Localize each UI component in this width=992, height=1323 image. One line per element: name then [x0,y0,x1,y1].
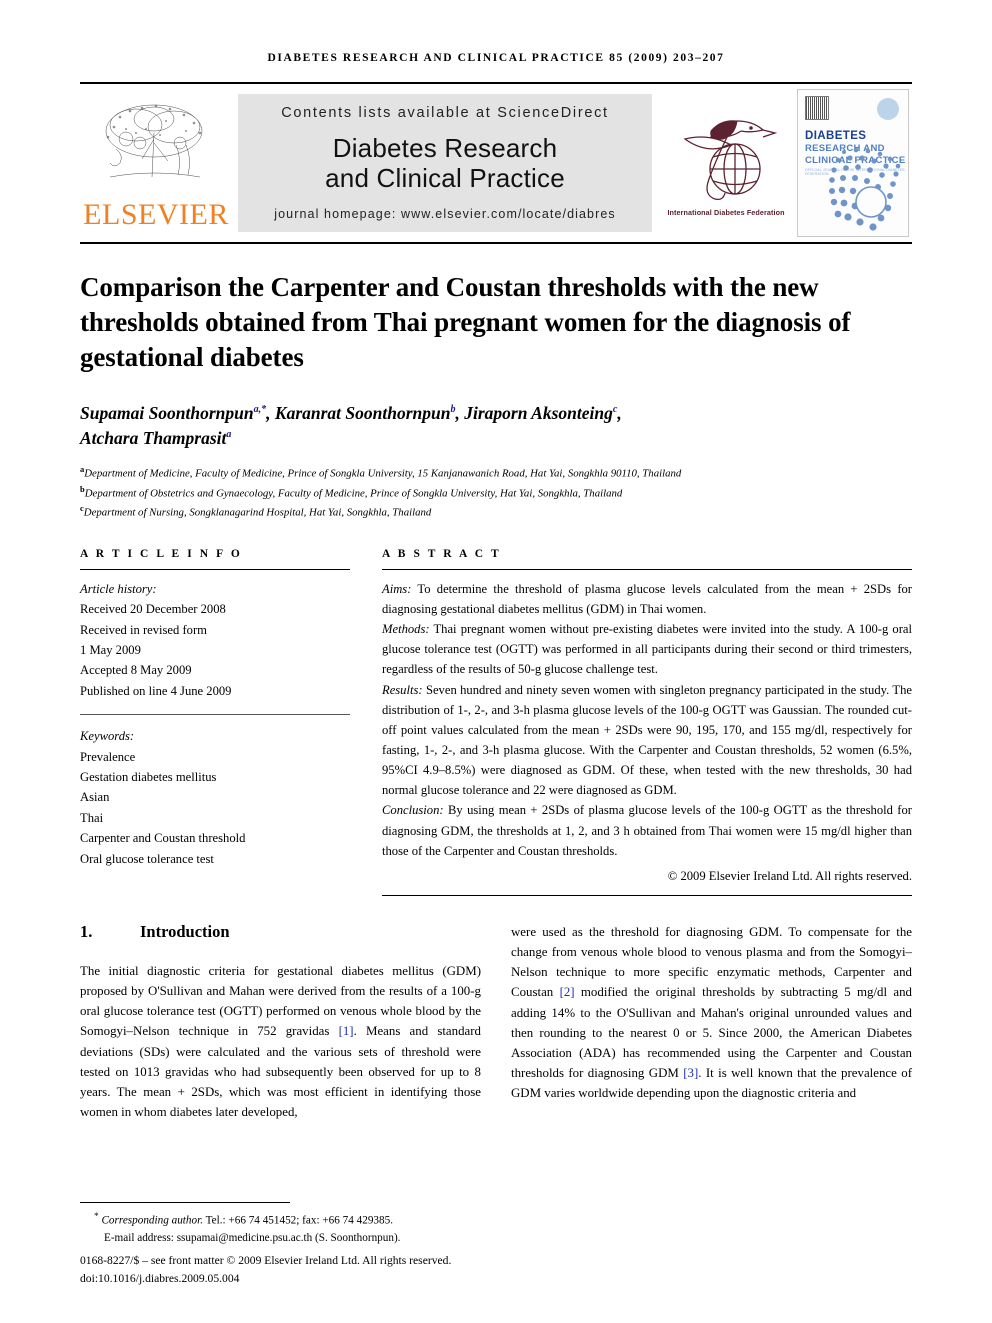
author-4-affil-marker: a [226,429,232,441]
abstract-results: Results: Seven hundred and ninety seven … [382,680,912,801]
cover-blue-circle-icon [877,98,899,120]
author-4: Atchara Thamprasit [80,428,227,449]
page-footnote: * Corresponding author. Tel.: +66 74 451… [80,1202,480,1287]
abstract-conclusion: Conclusion: By using mean + 2SDs of plas… [382,800,912,860]
history-item: Received 20 December 2008 [80,602,226,617]
heading-spacer [80,942,481,961]
section-number: 1. [80,922,93,941]
sciencedirect-panel: Contents lists available at ScienceDirec… [238,94,652,232]
corresponding-author-marker: * [94,1212,99,1223]
abstract-end-divider [382,895,912,896]
intro-paragraph-right: were used as the threshold for diagnosin… [511,922,912,1103]
elsevier-wordmark: ELSEVIER [83,197,229,231]
abstract-aims: Aims: To determine the threshold of plas… [382,579,912,619]
running-head: DIABETES RESEARCH AND CLINICAL PRACTICE … [267,52,725,64]
body-two-column-region: 1. Introduction The initial diagnostic c… [80,922,912,1122]
journal-title-line-2: and Clinical Practice [325,163,565,193]
author-3: , Jiraporn Aksonteing [455,403,613,424]
abstract-methods-text: Thai pregnant women without pre-existing… [382,622,912,677]
journal-title: Diabetes Research and Clinical Practice [325,133,565,193]
keyword-item: Carpenter and Coustan threshold [80,831,246,846]
body-left-column: 1. Introduction The initial diagnostic c… [80,922,481,1122]
doi-line: doi:10.1016/j.diabres.2009.05.004 [80,1270,480,1287]
reference-link-1[interactable]: [1] [339,1024,354,1038]
article-info-column: A R T I C L E I N F O Article history: R… [80,548,350,896]
journal-cover-thumbnail: DIABETES RESEARCH AND CLINICAL PRACTICE … [794,84,912,242]
abstract-copyright: © 2009 Elsevier Ireland Ltd. All rights … [667,868,912,883]
affiliation-text-a: Department of Medicine, Faculty of Medic… [84,467,682,480]
affiliation-item: aDepartment of Medicine, Faculty of Medi… [80,463,912,483]
abstract-methods-label: Methods: [382,622,430,637]
affiliation-list: aDepartment of Medicine, Faculty of Medi… [80,463,912,522]
affiliation-text-b: Department of Obstetrics and Gynaecology… [84,487,623,500]
reference-link-3[interactable]: [3] [683,1066,698,1080]
footnote-divider [80,1202,290,1204]
corresponding-author-contact: Tel.: +66 74 451452; fax: +66 74 429385. [203,1215,393,1228]
abstract-heading: A B S T R A C T [382,547,502,560]
author-list: Supamai Soonthornpuna,*, Karanrat Soonth… [80,401,912,451]
keyword-item: Oral glucose tolerance test [80,851,214,866]
cover-artwork: DIABETES RESEARCH AND CLINICAL PRACTICE … [797,89,909,237]
idf-logo: International Diabetes Federation [658,84,794,242]
affiliation-text-c: Department of Nursing, Songklanagarind H… [83,506,432,519]
keywords-block: Keywords: Prevalence Gestation diabetes … [80,715,350,869]
email-link[interactable]: ssupamai@medicine.psu.ac.th [177,1232,313,1244]
article-title: Comparison the Carpenter and Coustan thr… [80,272,851,373]
sciencedirect-contents-line: Contents lists available at ScienceDirec… [281,104,609,121]
journal-masthead: ELSEVIER Contents lists available at Sci… [80,82,912,244]
corresponding-author-label: Corresponding author. [101,1215,203,1228]
article-history-block: Article history: Received 20 December 20… [80,570,350,701]
abstract-body: Aims: To determine the threshold of plas… [382,570,912,886]
abstract-results-label: Results: [382,682,423,697]
journal-homepage-link[interactable]: journal homepage: www.elsevier.com/locat… [274,207,616,221]
author-line-1-end: , [617,403,622,424]
abstract-aims-text: To determine the threshold of plasma glu… [382,581,912,617]
section-title: Introduction [140,922,230,941]
intro-left-part-2: . Means and standard deviations (SDs) we… [80,1024,481,1119]
elsevier-logo: ELSEVIER [80,84,232,242]
abstract-methods: Methods: Thai pregnant women without pre… [382,619,912,679]
abstract-results-text: Seven hundred and ninety seven women wit… [382,682,912,798]
author-1-affil-marker: a,* [253,404,267,416]
email-line: E-mail address: ssupamai@medicine.psu.ac… [80,1230,480,1247]
email-owner: (S. Soonthornpun). [312,1232,401,1245]
affiliation-item: cDepartment of Nursing, Songklanagarind … [80,502,912,522]
email-label: E-mail address: [104,1232,174,1245]
author-1: Supamai Soonthornpun [80,403,254,424]
idf-bird-globe-icon [683,120,778,201]
section-heading-introduction: 1. Introduction [80,922,481,942]
doi-link[interactable]: 10.1016/j.diabres.2009.05.004 [98,1272,239,1285]
history-item: Accepted 8 May 2009 [80,663,192,678]
info-abstract-region: A R T I C L E I N F O Article history: R… [80,548,912,896]
corresponding-author-line: * Corresponding author. Tel.: +66 74 451… [80,1210,480,1230]
cover-elsevier-mark-icon [805,96,829,120]
history-item: Published on line 4 June 2009 [80,683,232,698]
history-item: Received in revised form [80,622,207,637]
abstract-column: A B S T R A C T Aims: To determine the t… [382,548,912,896]
article-info-heading: A R T I C L E I N F O [80,547,243,560]
abstract-conclusion-label: Conclusion: [382,803,444,818]
keyword-item: Prevalence [80,749,136,764]
body-right-column: were used as the threshold for diagnosin… [511,922,912,1122]
abstract-conclusion-text: By using mean + 2SDs of plasma glucose l… [382,803,912,858]
keyword-item: Thai [80,810,104,825]
cover-dot-pattern-icon [829,147,901,231]
elsevier-tree-icon [105,104,203,177]
intro-paragraph-left: The initial diagnostic criteria for gest… [80,961,481,1122]
article-history-label: Article history: [80,581,157,596]
affiliation-item: bDepartment of Obstetrics and Gynaecolog… [80,483,912,503]
doi-label: doi: [80,1271,99,1285]
reference-link-2[interactable]: [2] [560,985,575,999]
author-2: , Karanrat Soonthornpun [266,403,451,424]
keyword-item: Asian [80,790,110,805]
abstract-aims-label: Aims: [382,581,412,596]
journal-title-line-1: Diabetes Research [332,132,558,163]
keywords-label: Keywords: [80,729,135,744]
issn-copyright-line: 0168-8227/$ – see front matter © 2009 El… [80,1254,452,1268]
article-page: DIABETES RESEARCH AND CLINICAL PRACTICE … [0,0,992,1323]
idf-caption: International Diabetes Federation [667,208,785,217]
keyword-item: Gestation diabetes mellitus [80,770,217,785]
history-item: 1 May 2009 [80,643,141,658]
